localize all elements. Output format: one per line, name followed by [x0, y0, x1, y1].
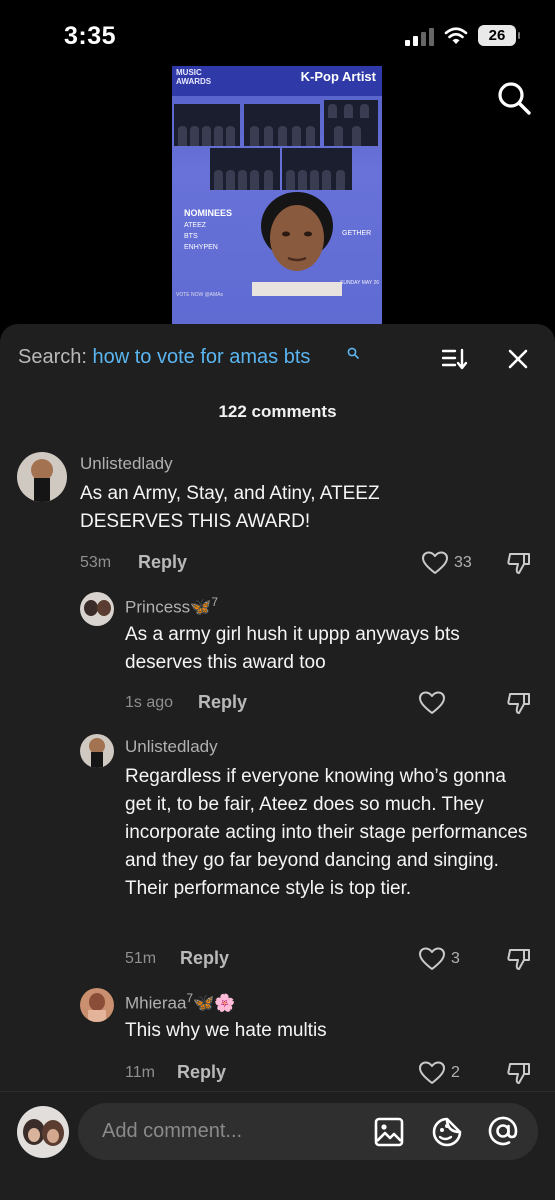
cellular-signal-icon [405, 28, 434, 46]
group-photo [324, 100, 378, 146]
comment-time: 51m [125, 950, 157, 967]
search-small-icon [347, 347, 359, 359]
wifi-icon [444, 27, 468, 44]
reply-item: Unlistedlady Regardless if everyone know… [0, 732, 555, 978]
comment-count: 122 comments [218, 402, 337, 421]
poster-together-text: GETHER [342, 230, 372, 237]
current-user-avatar[interactable] [17, 1106, 69, 1158]
comment-text: As an Army, Stay, and Atiny, ATEEZ DESER… [80, 483, 380, 532]
nominees-heading: NOMINEES [184, 208, 233, 218]
heart-icon[interactable] [419, 947, 445, 971]
search-query-link[interactable]: how to vote for amas bts [93, 346, 311, 368]
status-bar: 3:35 26 [0, 0, 555, 70]
nominee-name: ATEEZ [184, 222, 207, 229]
reply-button[interactable]: Reply [180, 948, 229, 969]
mention-icon[interactable] [487, 1115, 519, 1147]
close-icon[interactable] [507, 348, 529, 370]
comment-username[interactable]: Unlistedlady [125, 737, 218, 757]
comment-item: Unlistedlady As an Army, Stay, and Atiny… [0, 450, 555, 580]
like-count: 2 [451, 1064, 460, 1081]
avatar[interactable] [80, 734, 114, 768]
comment-text: As a army girl hush it uppp anyways bts … [125, 624, 460, 673]
comment-time: 1s ago [125, 694, 174, 711]
heart-icon[interactable] [419, 691, 445, 715]
comment-text: Regardless if everyone knowing who’s gon… [125, 766, 528, 899]
nominee-name: ENHYPEN [184, 244, 218, 251]
comment-time: 53m [80, 554, 112, 571]
username-text: Mhieraa [125, 993, 187, 1013]
composer-divider [0, 1091, 555, 1092]
username-emoji: 🦋🌸 [193, 993, 236, 1013]
comments-sheet: Search: how to vote for amas bts 122 com… [0, 324, 555, 1200]
comment-search-row[interactable]: Search: how to vote for amas bts [18, 346, 310, 369]
username-text: Princess🦋 [125, 597, 212, 617]
sticker-emoji-icon[interactable] [431, 1116, 463, 1148]
poster-title: K-Pop Artist [300, 69, 376, 84]
dislike-icon[interactable] [507, 691, 533, 715]
like-count: 3 [451, 950, 460, 967]
comment-username[interactable]: Mhieraa7🦋🌸 [125, 991, 235, 1014]
awards-logo: MUSIC AWARDS [176, 68, 212, 86]
dislike-icon[interactable] [507, 551, 533, 575]
reply-item: Mhieraa7🦋🌸 This why we hate multis 11m R… [0, 986, 555, 1090]
comment-username[interactable]: Unlistedlady [80, 454, 173, 474]
heart-icon[interactable] [419, 1061, 445, 1085]
group-photo [282, 148, 352, 190]
dislike-icon[interactable] [507, 947, 533, 971]
group-photo [174, 104, 240, 146]
poster-header: MUSIC AWARDS K-Pop Artist [172, 66, 382, 96]
dislike-icon[interactable] [507, 1061, 533, 1085]
poster-date: SUNDAY MAY 26 [340, 280, 380, 286]
video-thumbnail[interactable]: MUSIC AWARDS K-Pop Artist NOMINEES ATEEZ… [172, 66, 382, 328]
reply-item: Princess🦋7 As a army girl hush it uppp a… [0, 590, 555, 718]
comment-text: This why we hate multis [125, 1020, 327, 1041]
comment-time: 11m [125, 1064, 155, 1081]
like-count: 33 [454, 554, 472, 571]
poster-vote-line: VOTE NOW @AMAs [176, 292, 224, 298]
group-photo [210, 148, 280, 190]
search-label: Search: [18, 346, 87, 368]
user-badge: 7 [211, 595, 219, 609]
heart-icon[interactable] [422, 551, 448, 575]
battery-indicator: 26 [478, 25, 520, 46]
search-icon[interactable] [496, 80, 532, 116]
avatar[interactable] [80, 592, 114, 626]
group-photo [244, 104, 320, 146]
avatar[interactable] [17, 452, 67, 502]
creator-face [252, 192, 342, 296]
comment-username[interactable]: Princess🦋7 [125, 595, 218, 618]
reply-button[interactable]: Reply [198, 692, 247, 713]
status-time: 3:35 [64, 22, 117, 50]
reply-button[interactable]: Reply [177, 1062, 226, 1083]
nominees-list: ATEEZ BTS ENHYPEN [184, 220, 218, 253]
reply-button[interactable]: Reply [138, 552, 187, 573]
comment-input-placeholder: Add comment... [102, 1120, 243, 1142]
image-icon[interactable] [374, 1117, 404, 1147]
avatar[interactable] [80, 988, 114, 1022]
sort-icon[interactable] [442, 348, 468, 370]
nominee-name: BTS [184, 233, 198, 240]
comment-input[interactable]: Add comment... [78, 1103, 538, 1160]
